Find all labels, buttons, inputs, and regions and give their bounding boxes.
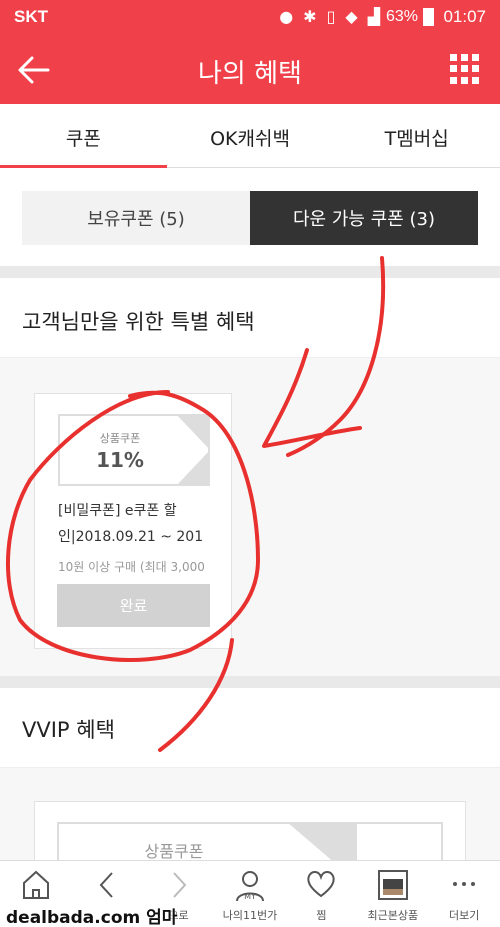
nav-more[interactable]: 더보기 (429, 861, 500, 927)
my-page-icon: MY (235, 871, 264, 902)
coupon-filter: 보유쿠폰 (5) 다운 가능 쿠폰 (3) (0, 168, 500, 266)
more-dots-icon (453, 882, 476, 886)
home-icon (22, 870, 49, 899)
coupon-name-line1: [비밀쿠폰] e쿠폰 할 (58, 503, 177, 519)
section-body-vvip: 상품쿠폰 (0, 768, 500, 860)
signal-icon: ▟ (367, 7, 380, 26)
coupon-condition: 10원 이상 구매 (최대 3,000 (58, 560, 205, 574)
nav-recent[interactable]: 최근본상품 (357, 861, 428, 927)
svg-text:MY: MY (244, 892, 256, 901)
vvip-coupon-card[interactable]: 상품쿠폰 (34, 801, 466, 860)
section-title-vvip: VVIP 혜택 (22, 718, 115, 742)
segment-downloadable-coupons[interactable]: 다운 가능 쿠폰 (3) (250, 191, 478, 245)
page-title: 나의 혜택 (198, 59, 302, 89)
app-bar: 나의 혜택 (0, 34, 500, 104)
coupon-rate: 11% (96, 448, 144, 472)
ticket-notch (176, 414, 210, 486)
status-bar: SKT ● ✱ ▯ ◆ ▟ 63% 01:07 (0, 0, 500, 34)
grid-menu-icon[interactable] (450, 54, 480, 84)
nav-label: 나의11번가 (222, 909, 278, 922)
section-header-special: 고객님만을 위한 특별 혜택 (0, 278, 500, 358)
status-icons: ● ✱ ▯ ◆ ▟ (279, 7, 380, 26)
nav-label: 찜 (316, 909, 327, 922)
tab-t-membership[interactable]: T멤버십 (333, 104, 500, 167)
vvip-coupon-ticket: 상품쿠폰 (57, 822, 443, 860)
carrier-label: SKT (14, 7, 48, 26)
coupon-card[interactable]: 상품쿠폰 11% [비밀쿠폰] e쿠폰 할 인|2018.09.21 ~ 201… (34, 393, 232, 649)
location-icon: ● (279, 7, 294, 26)
nav-label: 최근본상품 (367, 909, 419, 922)
vibrate-icon: ▯ (326, 7, 336, 26)
coupon-name-line2: 인|2018.09.21 ~ 201 (58, 529, 204, 545)
segment-owned-coupons[interactable]: 보유쿠폰 (5) (22, 191, 250, 245)
clock: 01:07 (443, 7, 486, 26)
heart-icon (307, 871, 336, 898)
tab-ok-cashbag[interactable]: OK캐쉬백 (167, 104, 334, 167)
section-body-special: 상품쿠폰 11% [비밀쿠폰] e쿠폰 할 인|2018.09.21 ~ 201… (0, 358, 500, 676)
battery-icon (423, 8, 434, 26)
battery-percent: 63% (385, 8, 418, 25)
tab-coupon[interactable]: 쿠폰 (0, 104, 167, 168)
coupon-ticket: 상품쿠폰 11% (58, 414, 210, 486)
vvip-coupon-kind: 상품쿠폰 (144, 842, 204, 860)
recent-product-icon (377, 870, 408, 900)
nav-wishlist[interactable]: 찜 (286, 861, 357, 927)
chevron-right-icon (172, 872, 186, 898)
nav-my-page[interactable]: MY 나의11번가 (214, 861, 285, 927)
chevron-left-icon (99, 872, 113, 898)
coupon-kind: 상품쿠폰 (99, 432, 141, 445)
nav-label: 더보기 (449, 909, 480, 922)
section-title-special: 고객님만을 위한 특별 혜택 (22, 310, 255, 334)
watermark: dealbada.com 엄마 (6, 908, 178, 927)
wifi-icon: ◆ (345, 7, 358, 26)
coupon-name: [비밀쿠폰] e쿠폰 할 인|2018.09.21 ~ 201 (58, 498, 218, 550)
bluetooth-icon: ✱ (303, 7, 317, 26)
top-tabs: 쿠폰 OK캐쉬백 T멤버십 (0, 104, 500, 168)
coupon-done-button[interactable]: 완료 (57, 584, 210, 627)
ticket-notch (287, 822, 357, 860)
section-header-vvip: VVIP 혜택 (0, 688, 500, 768)
